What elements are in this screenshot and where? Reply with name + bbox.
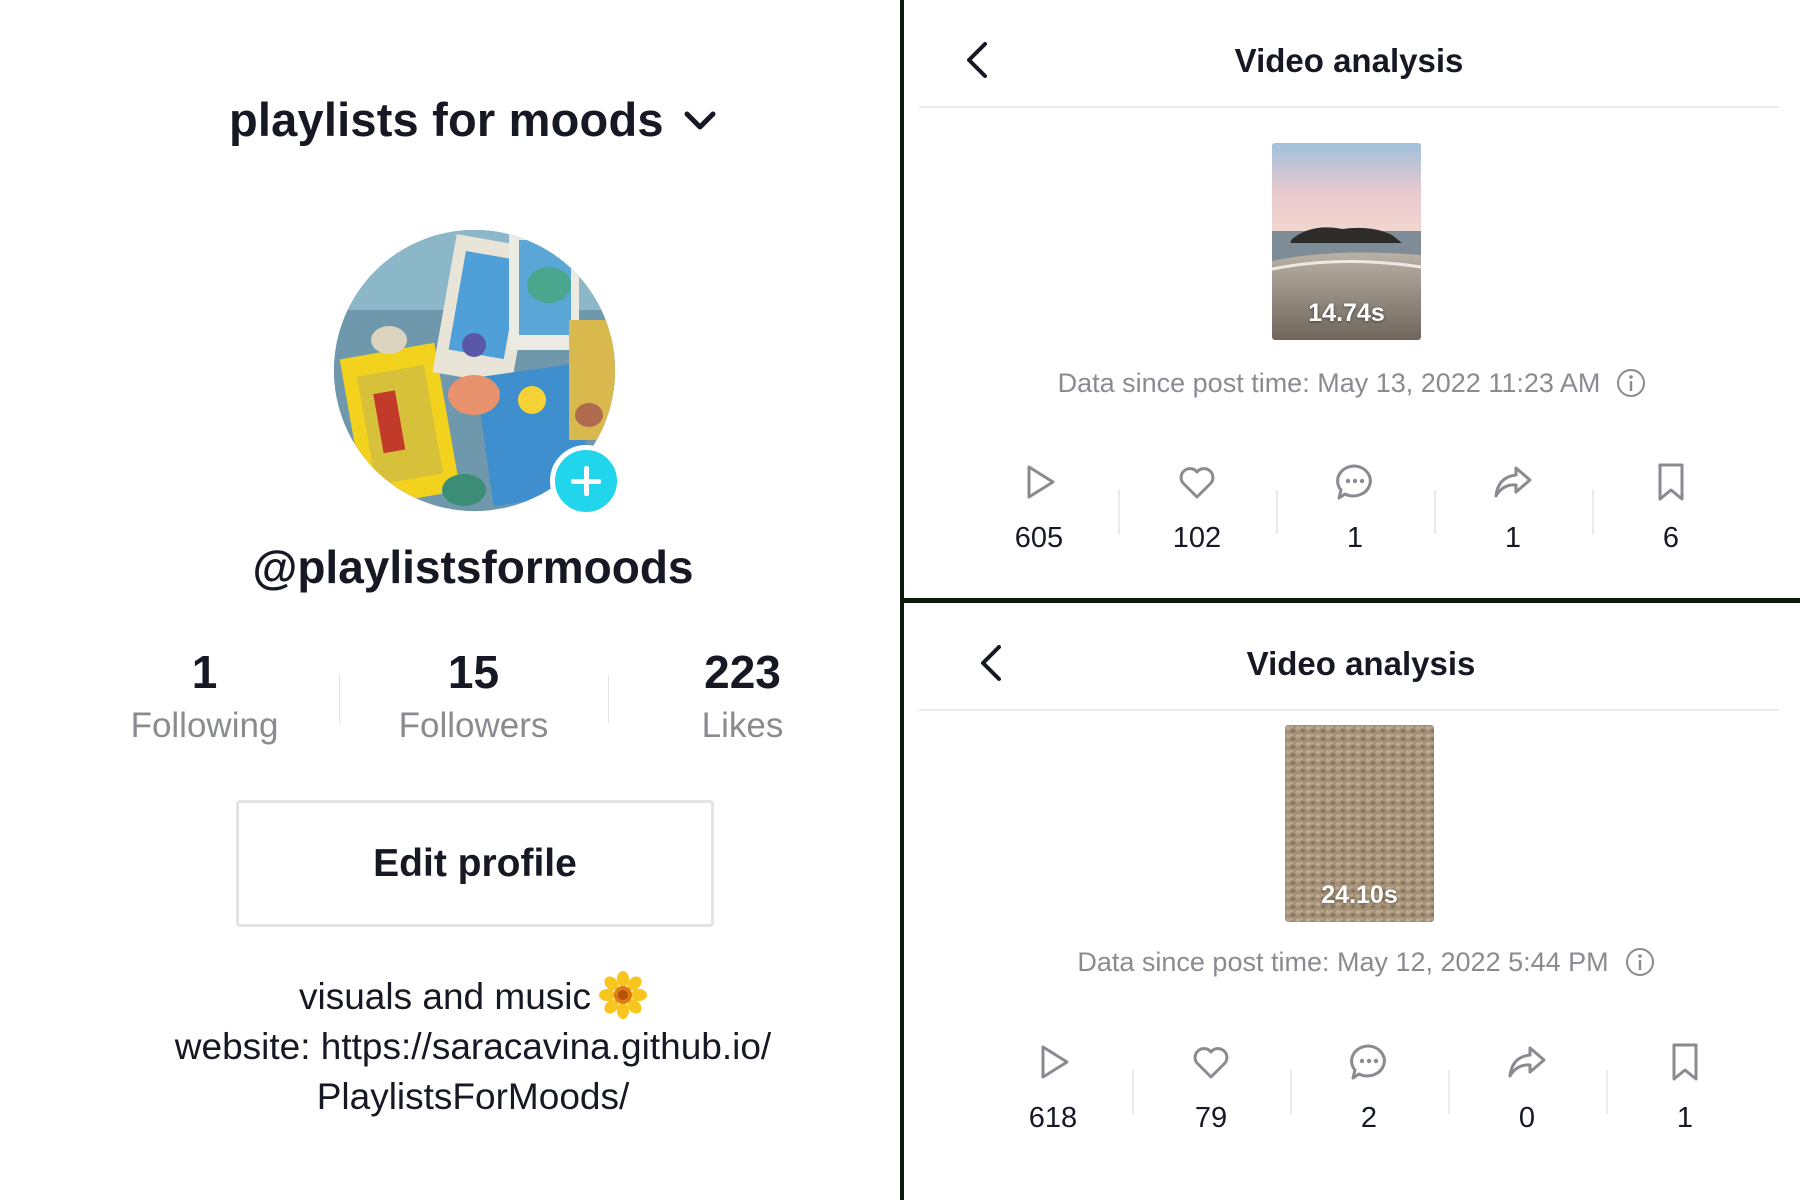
bio-text: visuals and music xyxy=(298,976,591,1017)
video-thumbnail[interactable]: 24.10s xyxy=(1285,725,1434,922)
metric-shares: 0 xyxy=(1448,1040,1606,1150)
metric-saves: 1 xyxy=(1606,1040,1764,1150)
comments-count: 1 xyxy=(1346,522,1364,554)
metric-shares: 1 xyxy=(1434,460,1592,570)
metric-likes: 102 xyxy=(1118,460,1276,570)
comments-count: 2 xyxy=(1360,1102,1378,1134)
plays-count: 618 xyxy=(1028,1102,1078,1134)
comment-icon xyxy=(1350,1044,1386,1080)
likes-count: 223 xyxy=(704,646,781,698)
data-since-text: Data since post time: May 12, 2022 5:44 … xyxy=(1077,947,1609,977)
play-icon xyxy=(1041,1045,1069,1079)
metric-plays: 618 xyxy=(974,1040,1132,1150)
bio-line: visuals and music xyxy=(120,971,826,1022)
following-count: 1 xyxy=(191,646,218,698)
add-avatar-plus-icon[interactable] xyxy=(550,445,622,517)
play-icon xyxy=(1027,465,1055,499)
likes-count: 79 xyxy=(1194,1102,1228,1134)
sunflower-icon xyxy=(599,971,647,1020)
followers-label: Followers xyxy=(398,706,549,745)
stat-likes[interactable]: 223 Likes xyxy=(608,645,877,755)
bio: visuals and music website: https://sarac… xyxy=(120,971,826,1122)
comment-icon xyxy=(1336,464,1372,500)
followers-count: 15 xyxy=(447,646,500,698)
video-thumbnail[interactable]: 14.74s xyxy=(1272,143,1421,340)
analysis-title: Video analysis xyxy=(1246,645,1476,682)
metric-plays: 605 xyxy=(960,460,1118,570)
data-since: Data since post time: May 13, 2022 11:23… xyxy=(904,368,1800,399)
likes-count: 102 xyxy=(1172,522,1222,554)
info-icon[interactable] xyxy=(1625,947,1655,977)
heart-icon xyxy=(1193,1047,1229,1079)
saves-count: 1 xyxy=(1676,1102,1694,1134)
chevron-down-icon xyxy=(684,111,716,130)
metric-comments: 1 xyxy=(1276,460,1434,570)
stat-following[interactable]: 1 Following xyxy=(70,645,339,755)
account-switcher[interactable]: playlists for moods xyxy=(0,92,946,147)
analysis-header: Video analysis xyxy=(919,0,1779,108)
saves-count: 6 xyxy=(1662,522,1680,554)
share-icon xyxy=(1508,1046,1546,1078)
metrics-row: 618 79 2 0 1 xyxy=(974,1040,1764,1150)
following-label: Following xyxy=(130,706,279,745)
plays-count: 605 xyxy=(1014,522,1064,554)
video-duration: 24.10s xyxy=(1321,881,1398,909)
info-icon[interactable] xyxy=(1616,368,1646,398)
likes-label: Likes xyxy=(701,706,784,745)
profile-title: playlists for moods xyxy=(229,93,664,146)
video-analysis-panel: Video analysis 24.10s Data since post ti… xyxy=(904,603,1800,1200)
shares-count: 1 xyxy=(1504,522,1522,554)
bio-website-line[interactable]: website: https://saracavina.github.io/ xyxy=(120,1022,826,1072)
analysis-header: Video analysis xyxy=(919,603,1779,711)
video-duration: 14.74s xyxy=(1308,299,1385,327)
username: @playlistsformoods xyxy=(252,541,694,593)
metric-likes: 79 xyxy=(1132,1040,1290,1150)
bookmark-icon xyxy=(1658,463,1684,501)
metrics-row: 605 102 1 1 6 xyxy=(960,460,1750,570)
bookmark-icon xyxy=(1672,1043,1698,1081)
video-analysis-panel: Video analysis 14.74s Data since post ti… xyxy=(904,0,1800,598)
heart-icon xyxy=(1179,467,1215,499)
metric-comments: 2 xyxy=(1290,1040,1448,1150)
share-icon xyxy=(1494,466,1532,498)
shares-count: 0 xyxy=(1518,1102,1536,1134)
profile-stats: 1 Following 15 Followers 223 Likes xyxy=(70,645,878,755)
profile-panel: playlists for moods @playlistsformoods 1… xyxy=(0,0,900,1200)
edit-profile-button[interactable]: Edit profile xyxy=(236,800,714,927)
analysis-title: Video analysis xyxy=(1234,42,1464,79)
bio-website-line-cont[interactable]: PlaylistsForMoods/ xyxy=(120,1072,826,1122)
stat-followers[interactable]: 15 Followers xyxy=(339,645,608,755)
data-since-text: Data since post time: May 13, 2022 11:23… xyxy=(1057,368,1601,398)
data-since: Data since post time: May 12, 2022 5:44 … xyxy=(918,947,1800,978)
metric-saves: 6 xyxy=(1592,460,1750,570)
